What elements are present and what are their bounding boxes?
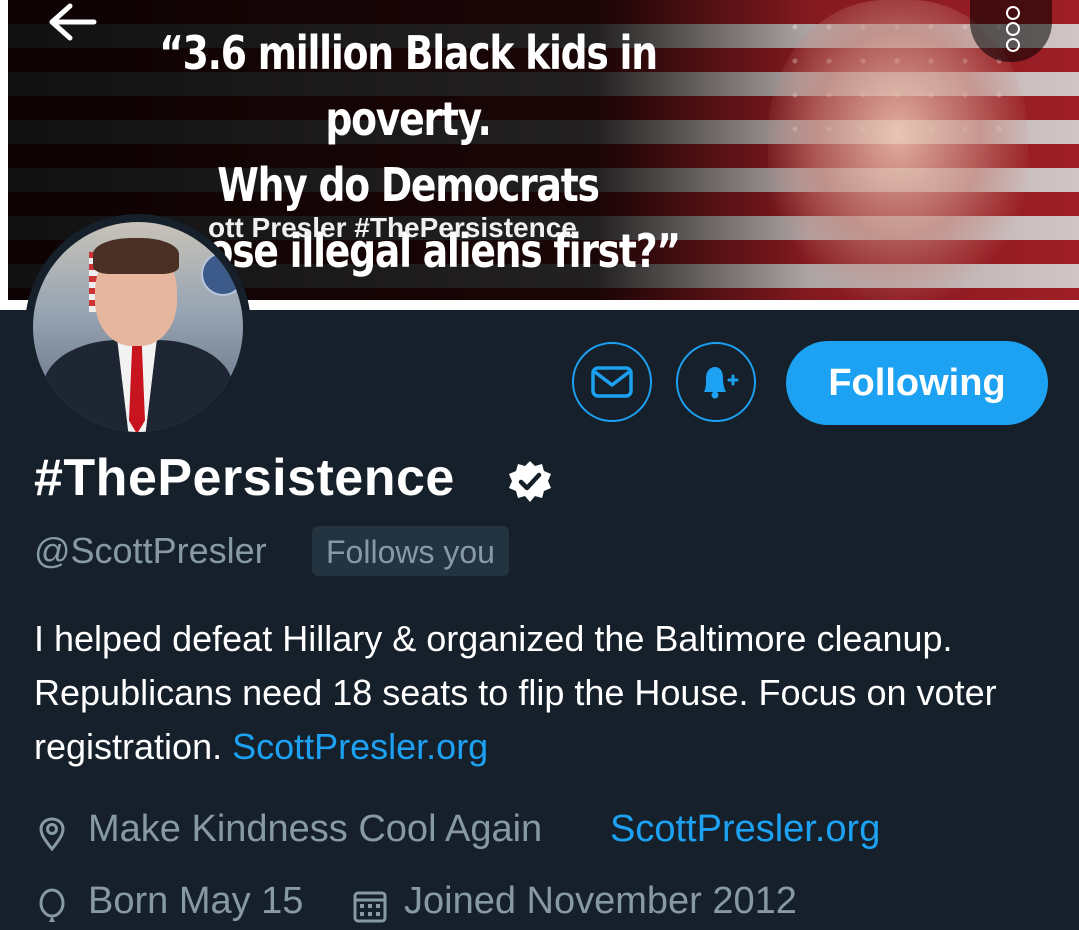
more-vertical-icon [1006,6,1020,20]
banner-attribution: ott Presler #ThePersistence [208,212,577,243]
follows-you-badge: Follows you [312,526,509,576]
more-vertical-icon-dot [1006,22,1020,36]
birthday-text: Born May 15 [88,880,304,922]
location-text: Make Kindness Cool Again [88,808,543,850]
dates-row: Born May 15 Joined November 2012 [34,880,1034,930]
bio: I helped defeat Hillary & organized the … [34,612,1044,774]
avatar-photo [33,222,243,432]
banner-quote-line: “3.6 million Black kids in poverty. [159,26,658,146]
banner-quote-line: Why do Democrats [217,158,600,212]
back-button[interactable] [46,0,106,46]
balloon-icon [39,888,65,922]
arrow-left-icon [49,3,97,41]
location-row: Make Kindness Cool Again ScottPresler.or… [34,808,1034,858]
handle: @ScottPresler [34,530,267,571]
bio-link[interactable]: ScottPresler.org [232,726,488,767]
joined-text: Joined November 2012 [404,880,797,922]
website-link[interactable]: ScottPresler.org [610,808,880,851]
more-vertical-icon-dot [1006,38,1020,52]
following-button[interactable]: Following [786,341,1048,425]
avatar[interactable] [25,214,251,440]
location-pin-icon [39,817,65,852]
avatar-hair [93,238,179,274]
calendar-icon [353,891,387,923]
verified-badge-icon [509,461,551,502]
envelope-icon [591,366,633,398]
display-name: #ThePersistence [34,449,455,507]
notifications-button[interactable] [676,342,756,422]
avatar-seal [201,252,243,296]
bell-plus-icon [704,367,739,399]
message-button[interactable] [572,342,652,422]
bio-text: I helped defeat Hillary & organized the … [34,618,997,767]
